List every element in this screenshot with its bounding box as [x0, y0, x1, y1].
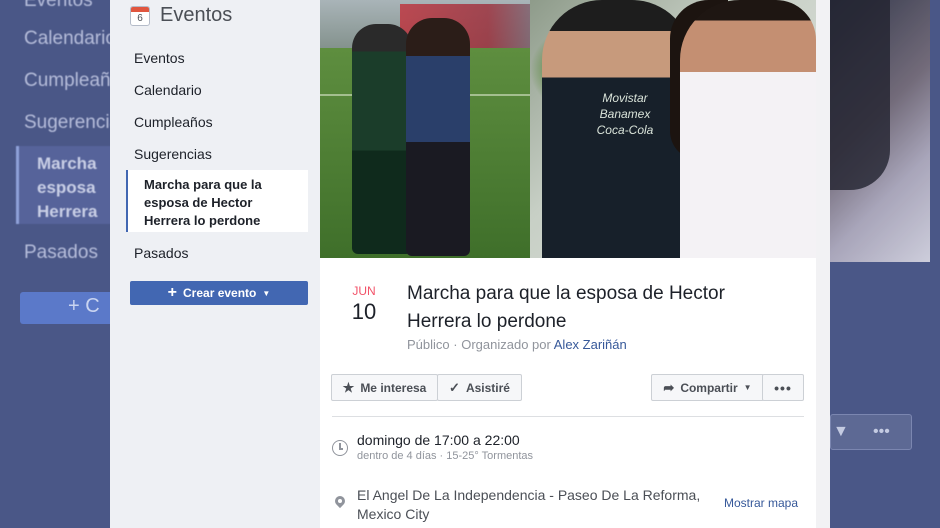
event-privacy: Público: [407, 337, 450, 352]
bg-nav-item: Calendario: [24, 28, 110, 49]
events-window: 6 Eventos Eventos Calendario Cumpleaños …: [110, 0, 830, 528]
sidebar-header: 6 Eventos: [130, 4, 232, 27]
event-cover-photo[interactable]: Movistar Banamex Coca-Cola: [320, 0, 816, 258]
organizer-link[interactable]: Alex Zariñán: [554, 337, 627, 352]
calendar-icon: 6: [130, 5, 150, 26]
chevron-down-icon: ▼: [262, 288, 271, 298]
event-time-detail: dentro de 4 días · 15-25° Tormentas: [357, 450, 534, 462]
sidebar-item-pasados[interactable]: Pasados: [134, 245, 188, 261]
bg-selected-line: esposa: [37, 178, 96, 197]
meta-separator: ·: [453, 337, 458, 352]
shirt-text: Coca-Cola: [596, 123, 654, 137]
event-date: JUN 10: [340, 284, 388, 325]
more-icon: •••: [774, 379, 792, 396]
bg-action-buttons: ▼ •••: [830, 414, 912, 450]
events-sidebar: 6 Eventos Eventos Calendario Cumpleaños …: [110, 0, 320, 528]
chevron-down-icon: ▼: [743, 383, 752, 392]
bg-selected-line: Marcha: [37, 154, 97, 173]
share-arrow-icon: ➦: [663, 379, 675, 395]
going-button[interactable]: ✓ Asistiré: [437, 374, 522, 401]
create-event-button[interactable]: + Crear evento ▼: [130, 281, 308, 305]
sidebar-item-current-event[interactable]: Marcha para que la esposa de Hector Herr…: [126, 170, 308, 232]
sidebar-item-calendario[interactable]: Calendario: [134, 82, 202, 98]
clock-icon: [332, 440, 348, 456]
sidebar-event-line: Herrera lo perdone: [144, 213, 261, 228]
cover-person: [406, 18, 470, 256]
star-icon: ★: [342, 379, 355, 395]
calendar-day: 6: [137, 12, 143, 24]
event-content: Movistar Banamex Coca-Cola JUN 10 Marcha…: [320, 0, 816, 528]
shirt-sponsor-text: Movistar Banamex Coca-Cola: [590, 90, 660, 150]
sidebar-event-line: Marcha para que la: [144, 177, 262, 192]
bg-nav-item: Cumpleaños: [24, 70, 110, 91]
background-page-left: Eventos Calendario Cumpleaños Sugerencia…: [0, 0, 110, 528]
event-time: domingo de 17:00 a 22:00: [357, 432, 520, 448]
shirt-text: Movistar: [602, 91, 648, 105]
sidebar-item-sugerencias[interactable]: Sugerencias: [134, 146, 212, 162]
more-options-button[interactable]: •••: [762, 374, 804, 401]
bg-selected-line: Herrera: [37, 202, 98, 221]
location-pin-icon: [332, 496, 348, 512]
event-month: JUN: [352, 284, 376, 298]
bg-create-button: + C: [20, 292, 110, 324]
plus-icon: +: [167, 284, 178, 301]
sidebar-item-eventos[interactable]: Eventos: [134, 50, 185, 66]
bg-nav-item: Sugerencias: [24, 112, 110, 133]
sidebar-event-line: esposa de Hector: [144, 195, 253, 210]
bg-cover-photo: [830, 0, 930, 262]
share-label: Compartir: [680, 380, 738, 395]
going-label: Asistiré: [465, 380, 510, 395]
show-map-link[interactable]: Mostrar mapa: [724, 496, 798, 510]
event-location[interactable]: El Angel De La Independencia - Paseo De …: [357, 486, 717, 524]
event-title: Marcha para que la esposa de Hector Herr…: [407, 283, 725, 332]
bg-caret-icon: ▼: [833, 423, 849, 440]
create-event-label: Crear evento: [183, 286, 257, 300]
event-day: 10: [351, 299, 377, 324]
event-meta: Público · Organizado por Alex Zariñán: [407, 337, 627, 352]
organized-by-label: Organizado por: [461, 337, 551, 352]
shirt-text: Banamex: [599, 107, 651, 121]
cover-person: [352, 24, 412, 254]
background-page-right: ▼ •••: [830, 0, 940, 528]
bg-more-icon: •••: [873, 423, 890, 440]
bg-nav-item: Eventos: [24, 0, 93, 11]
check-icon: ✓: [449, 379, 460, 395]
interested-label: Me interesa: [360, 380, 427, 395]
sidebar-title[interactable]: Eventos: [160, 4, 232, 27]
share-button[interactable]: ➦ Compartir ▼: [651, 374, 764, 401]
divider: [332, 416, 804, 417]
bg-nav-item-past: Pasados: [24, 242, 98, 263]
cover-person: [680, 0, 816, 258]
sidebar-item-cumpleanos[interactable]: Cumpleaños: [134, 114, 213, 130]
bg-selected-item: Marcha esposa Herrera: [16, 146, 110, 224]
interested-button[interactable]: ★ Me interesa: [331, 374, 438, 401]
